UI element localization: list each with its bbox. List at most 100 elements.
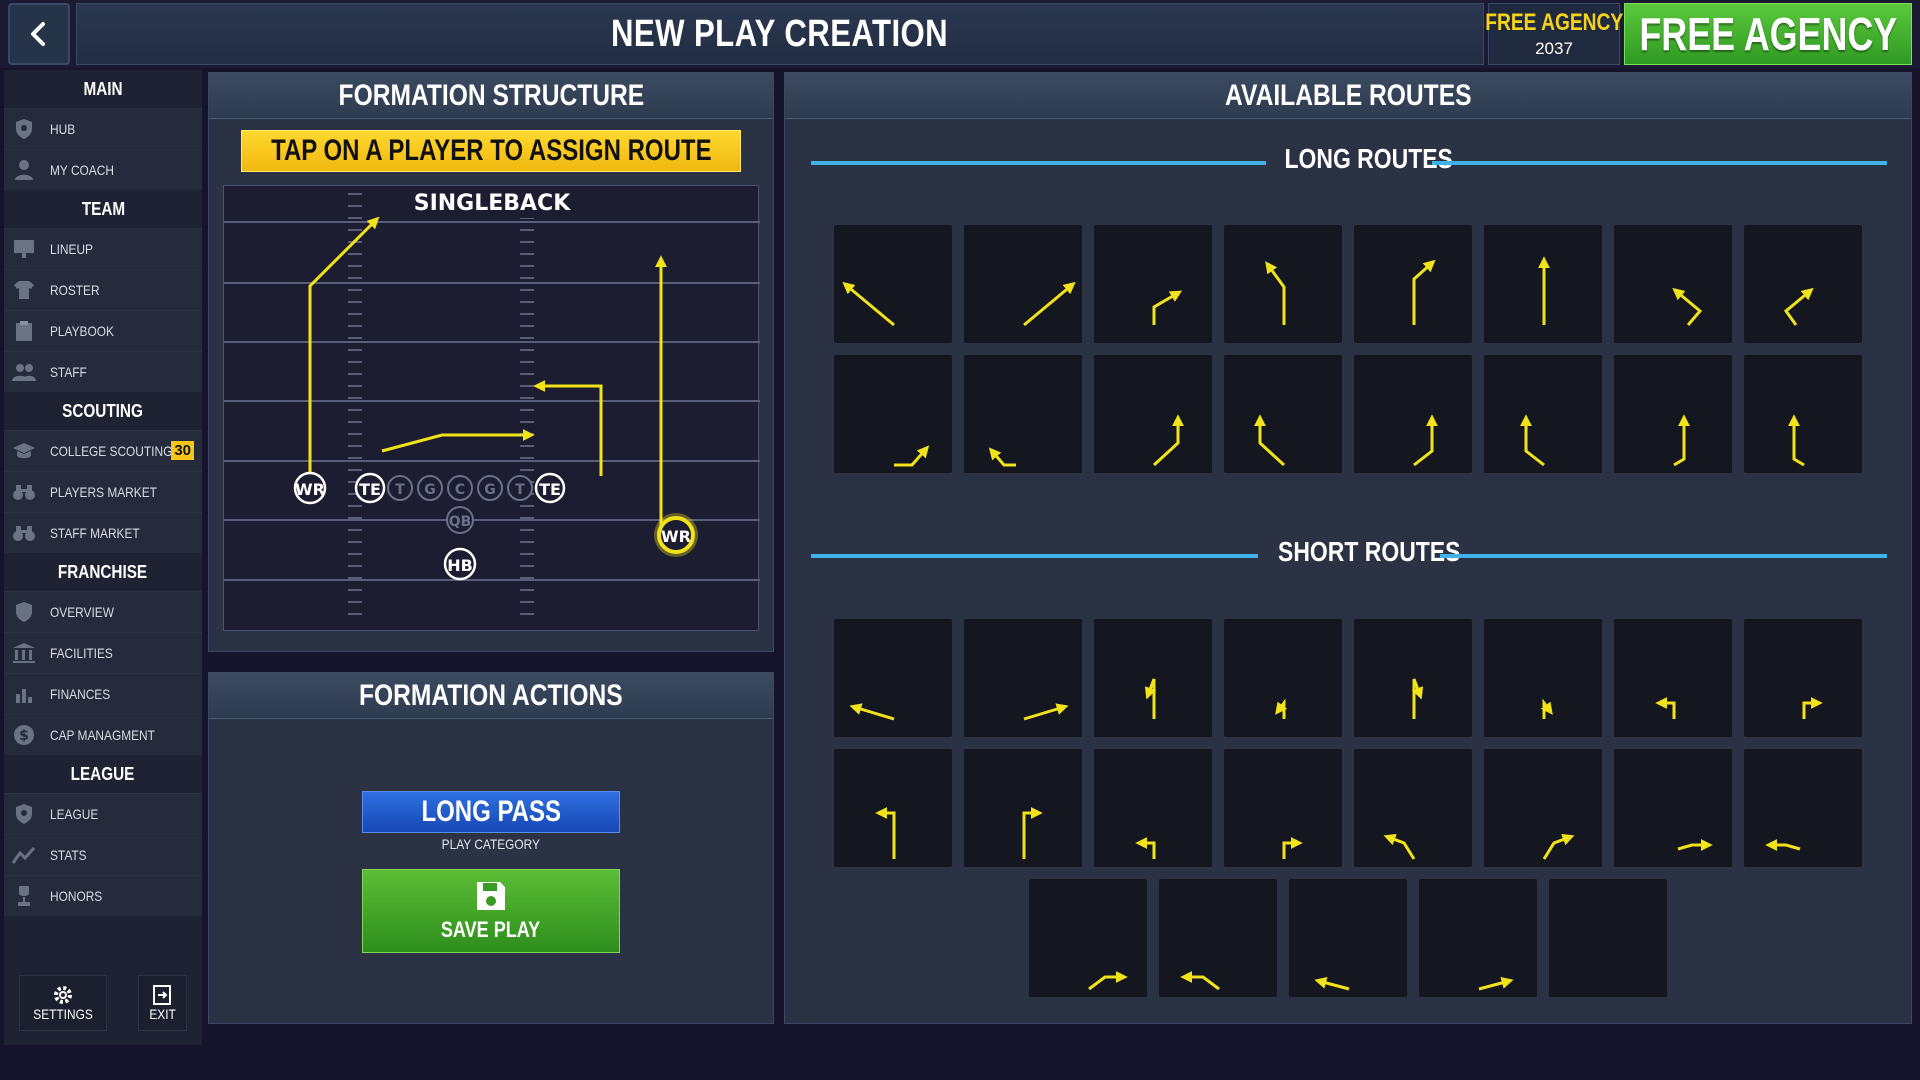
short-route-tile[interactable] bbox=[1743, 618, 1863, 738]
route-diagram bbox=[1677, 839, 1713, 851]
sidebar-item-lineup[interactable]: LINEUP bbox=[4, 228, 202, 269]
divider-line bbox=[811, 554, 1258, 558]
panel-header: FORMATION STRUCTURE bbox=[209, 73, 773, 119]
sidebar-item-finances[interactable]: FINANCES bbox=[4, 673, 202, 714]
play-category-caption: PLAY CATEGORY bbox=[362, 836, 620, 852]
route-diagram bbox=[1413, 414, 1438, 467]
sidebar-item-staff-market[interactable]: STAFF MARKET bbox=[4, 512, 202, 553]
long-route-tile[interactable] bbox=[1093, 354, 1213, 474]
short-route-tile[interactable] bbox=[1483, 748, 1603, 868]
short-route-tile[interactable] bbox=[1483, 618, 1603, 738]
sidebar-item-cap-management[interactable]: $ CAP MANAGMENT bbox=[4, 714, 202, 755]
jersey-icon bbox=[12, 278, 36, 302]
sidebar-item-league[interactable]: LEAGUE bbox=[4, 793, 202, 834]
settings-button[interactable]: SETTINGS bbox=[19, 975, 108, 1031]
save-play-button[interactable]: SAVE PLAY bbox=[362, 869, 620, 953]
section-title: FRANCHISE bbox=[58, 561, 148, 582]
sidebar-section-franchise: FRANCHISE bbox=[4, 553, 202, 591]
shield-icon bbox=[12, 117, 36, 141]
long-route-tile[interactable] bbox=[1743, 224, 1863, 344]
play-category-button[interactable]: LONG PASS bbox=[362, 791, 620, 833]
short-route-tile[interactable] bbox=[1158, 878, 1278, 998]
long-route-tile[interactable] bbox=[1353, 224, 1473, 344]
short-route-tile[interactable] bbox=[1353, 748, 1473, 868]
sidebar-item-my-coach[interactable]: MY COACH bbox=[4, 149, 202, 190]
short-route-tile[interactable] bbox=[1028, 878, 1148, 998]
top-bar: NEW PLAY CREATION FREE AGENCY 2037 FREE … bbox=[0, 0, 1920, 68]
panel-title: AVAILABLE ROUTES bbox=[1224, 78, 1472, 112]
bottom-strip bbox=[0, 1046, 1920, 1080]
short-route-tile[interactable] bbox=[1093, 748, 1213, 868]
long-route-tile[interactable] bbox=[1483, 354, 1603, 474]
hash-marks bbox=[348, 193, 534, 615]
sidebar-item-label: PLAYBOOK bbox=[50, 323, 114, 339]
short-route-tile[interactable] bbox=[1613, 618, 1733, 738]
short-route-tile[interactable] bbox=[963, 618, 1083, 738]
sidebar-item-label: PLAYERS MARKET bbox=[50, 484, 157, 500]
trophy-icon bbox=[12, 884, 36, 908]
long-route-tile[interactable] bbox=[833, 224, 953, 344]
player-te-left[interactable]: TE bbox=[354, 472, 386, 504]
exit-button[interactable]: EXIT bbox=[137, 975, 187, 1031]
svg-text:HB: HB bbox=[447, 556, 473, 575]
player-te-right[interactable]: TE bbox=[534, 472, 566, 504]
route-diagram bbox=[1282, 837, 1303, 859]
short-route-tile[interactable] bbox=[1093, 618, 1213, 738]
short-route-tile[interactable] bbox=[1353, 618, 1473, 738]
short-route-tile[interactable] bbox=[1613, 748, 1733, 868]
gear-icon bbox=[54, 986, 73, 1004]
long-route-tile[interactable] bbox=[963, 354, 1083, 474]
empty-route-tile[interactable] bbox=[1548, 878, 1668, 998]
instruction-banner: TAP ON A PLAYER TO ASSIGN ROUTE bbox=[241, 130, 741, 172]
sidebar-item-players-market[interactable]: PLAYERS MARKET bbox=[4, 471, 202, 512]
long-route-tile[interactable] bbox=[833, 354, 953, 474]
short-route-tile[interactable] bbox=[1288, 878, 1408, 998]
settings-label: SETTINGS bbox=[33, 1006, 93, 1022]
short-route-tile[interactable] bbox=[833, 748, 953, 868]
long-route-tile[interactable] bbox=[963, 224, 1083, 344]
short-route-tile[interactable] bbox=[1743, 748, 1863, 868]
available-routes-panel: AVAILABLE ROUTES LONG ROUTES SHORT ROUTE… bbox=[784, 72, 1912, 1024]
short-route-tile[interactable] bbox=[833, 618, 953, 738]
long-route-tile[interactable] bbox=[1613, 224, 1733, 344]
route-diagram bbox=[875, 807, 896, 859]
short-route-tile[interactable] bbox=[1223, 618, 1343, 738]
long-route-tile[interactable] bbox=[1483, 224, 1603, 344]
free-agency-button-label: FREE AGENCY bbox=[1639, 8, 1897, 60]
player-wr-left[interactable]: WR bbox=[293, 471, 327, 505]
sidebar-item-staff[interactable]: STAFF bbox=[4, 351, 202, 392]
shield-icon bbox=[12, 600, 36, 624]
short-route-tile[interactable] bbox=[1418, 878, 1538, 998]
sidebar-item-label: HONORS bbox=[50, 888, 103, 904]
long-route-tile[interactable] bbox=[1223, 224, 1343, 344]
player-hb[interactable]: HB bbox=[443, 547, 477, 581]
chevron-left-icon bbox=[31, 22, 45, 46]
sidebar-item-college-scouting[interactable]: COLLEGE SCOUTING 30 bbox=[4, 430, 202, 471]
sidebar-item-overview[interactable]: OVERVIEW bbox=[4, 591, 202, 632]
sidebar-item-roster[interactable]: ROSTER bbox=[4, 269, 202, 310]
divider-line bbox=[811, 161, 1266, 165]
notification-badge: 30 bbox=[171, 441, 194, 460]
sidebar-item-playbook[interactable]: PLAYBOOK bbox=[4, 310, 202, 351]
sidebar-item-hub[interactable]: HUB bbox=[4, 108, 202, 149]
long-route-tile[interactable] bbox=[1353, 354, 1473, 474]
long-route-tile[interactable] bbox=[1743, 354, 1863, 474]
svg-text:WR: WR bbox=[661, 527, 691, 546]
free-agency-button[interactable]: FREE AGENCY bbox=[1624, 3, 1912, 65]
route-diagram bbox=[1088, 971, 1128, 991]
short-route-tile[interactable] bbox=[1223, 748, 1343, 868]
route-diagram bbox=[1788, 414, 1805, 467]
back-button[interactable] bbox=[8, 3, 70, 65]
player-wr-right-selected[interactable]: WR bbox=[654, 513, 698, 557]
sidebar-item-facilities[interactable]: FACILITIES bbox=[4, 632, 202, 673]
sidebar-item-honors[interactable]: HONORS bbox=[4, 875, 202, 916]
svg-text:$: $ bbox=[19, 728, 29, 744]
short-route-tile[interactable] bbox=[963, 748, 1083, 868]
season-phase-indicator: FREE AGENCY 2037 bbox=[1485, 3, 1623, 65]
long-route-tile[interactable] bbox=[1613, 354, 1733, 474]
long-route-tile[interactable] bbox=[1223, 354, 1343, 474]
binoculars-icon bbox=[12, 521, 36, 545]
route-diagram bbox=[1478, 977, 1514, 991]
sidebar-item-stats[interactable]: STATS bbox=[4, 834, 202, 875]
long-route-tile[interactable] bbox=[1093, 224, 1213, 344]
